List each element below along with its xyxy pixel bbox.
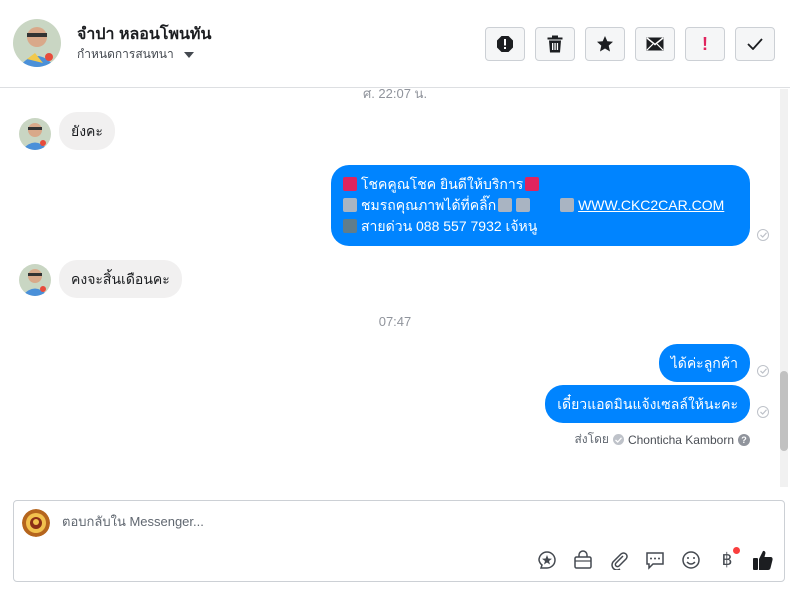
baht-icon[interactable]: ฿ <box>716 547 740 571</box>
anger-emoji-icon <box>525 177 540 191</box>
thread-scrollbar[interactable] <box>780 89 788 487</box>
sent-status-icon <box>757 365 769 377</box>
conversation-options-label: กำหนดการสนทนา <box>77 47 174 61</box>
play-button-emoji-icon <box>560 198 575 212</box>
phone-emoji-icon <box>343 219 357 233</box>
timestamp-top: ศ. 22:07 น. <box>362 89 428 101</box>
chat-bubble-icon[interactable] <box>644 549 666 571</box>
contact-name[interactable]: จำปา หลอนโพนทัน <box>77 22 211 47</box>
thumbs-up-icon[interactable] <box>752 549 774 571</box>
reply-composer: ฿ <box>13 500 785 582</box>
message-text: ชมรถคุณภาพได้ที่คลิ๊ก <box>361 197 497 213</box>
paperclip-icon[interactable] <box>608 549 630 571</box>
sent-status-icon <box>757 406 769 418</box>
website-link[interactable]: WWW.CKC2CAR.COM <box>578 197 724 213</box>
message-line: โชคคูณโชค ยินดีให้บริการ <box>343 174 738 195</box>
checkmark-icon <box>747 38 763 50</box>
sender-name: Chonticha Kamborn <box>627 432 734 447</box>
composer-actions: ฿ <box>536 547 774 571</box>
help-icon[interactable]: ? <box>738 433 750 446</box>
anger-emoji-icon <box>343 177 357 191</box>
delete-button[interactable] <box>535 27 575 61</box>
page-avatar <box>22 509 50 537</box>
sender-avatar <box>19 118 51 150</box>
conversation-options-dropdown[interactable]: กำหนดการสนทนา <box>77 45 194 64</box>
sticker-icon[interactable] <box>536 549 558 571</box>
sent-by-label: ส่งโดย <box>574 432 609 446</box>
message-bubble-outgoing[interactable]: เดี๋ยวแอดมินแจ้งเซลล์ให้นะคะ <box>545 385 750 423</box>
scrollbar-thumb[interactable] <box>780 371 788 451</box>
conversation-header: จำปา หลอนโพนทัน กำหนดการสนทนา ! <box>0 0 790 88</box>
contact-avatar[interactable] <box>13 19 61 67</box>
shopping-bag-icon[interactable] <box>572 549 594 571</box>
notification-dot <box>733 547 740 554</box>
trash-icon <box>547 35 563 53</box>
follow-up-button[interactable]: ! <box>685 27 725 61</box>
caret-down-icon <box>183 51 194 58</box>
message-thread[interactable]: ศ. 22:07 น. ยังคะ โชคคูณโชค ยินดีให้บริก… <box>0 89 790 487</box>
down-arrow-emoji-icon <box>498 198 513 212</box>
message-text: โชคคูณโชค ยินดีให้บริการ <box>361 176 524 192</box>
envelope-icon <box>646 37 664 51</box>
mark-spam-button[interactable] <box>485 27 525 61</box>
down-arrow-emoji-icon <box>516 198 531 212</box>
play-button-emoji-icon <box>343 198 357 212</box>
star-button[interactable] <box>585 27 625 61</box>
mark-unread-button[interactable] <box>635 27 675 61</box>
message-line: ชมรถคุณภาพได้ที่คลิ๊ก WWW.CKC2CAR.COM <box>343 195 738 216</box>
star-icon <box>597 36 613 52</box>
message-text: สายด่วน 088 557 7932 เจ้หนู <box>361 218 538 234</box>
sent-status-icon <box>757 229 769 241</box>
spam-octagon-icon <box>497 36 513 52</box>
message-bubble-incoming[interactable]: คงจะสิ้นเดือนคะ <box>59 260 182 298</box>
timestamp-mid: 07:47 <box>378 314 412 329</box>
baht-symbol: ฿ <box>721 550 733 570</box>
check-circle-icon <box>612 434 624 445</box>
smiley-icon[interactable] <box>680 549 702 571</box>
sender-avatar <box>19 264 51 296</box>
message-bubble-outgoing[interactable]: ได้ค่ะลูกค้า <box>658 344 750 382</box>
sent-by-info: ส่งโดย Chonticha Kamborn ? <box>574 430 750 449</box>
message-line: สายด่วน 088 557 7932 เจ้หนู <box>343 216 738 237</box>
exclamation-icon: ! <box>702 33 708 54</box>
message-bubble-outgoing[interactable]: โชคคูณโชค ยินดีให้บริการ ชมรถคุณภาพได้ที… <box>331 165 750 246</box>
message-bubble-incoming[interactable]: ยังคะ <box>59 112 115 150</box>
header-toolbar: ! <box>485 27 775 61</box>
mark-done-button[interactable] <box>735 27 775 61</box>
reply-input[interactable] <box>62 514 662 529</box>
